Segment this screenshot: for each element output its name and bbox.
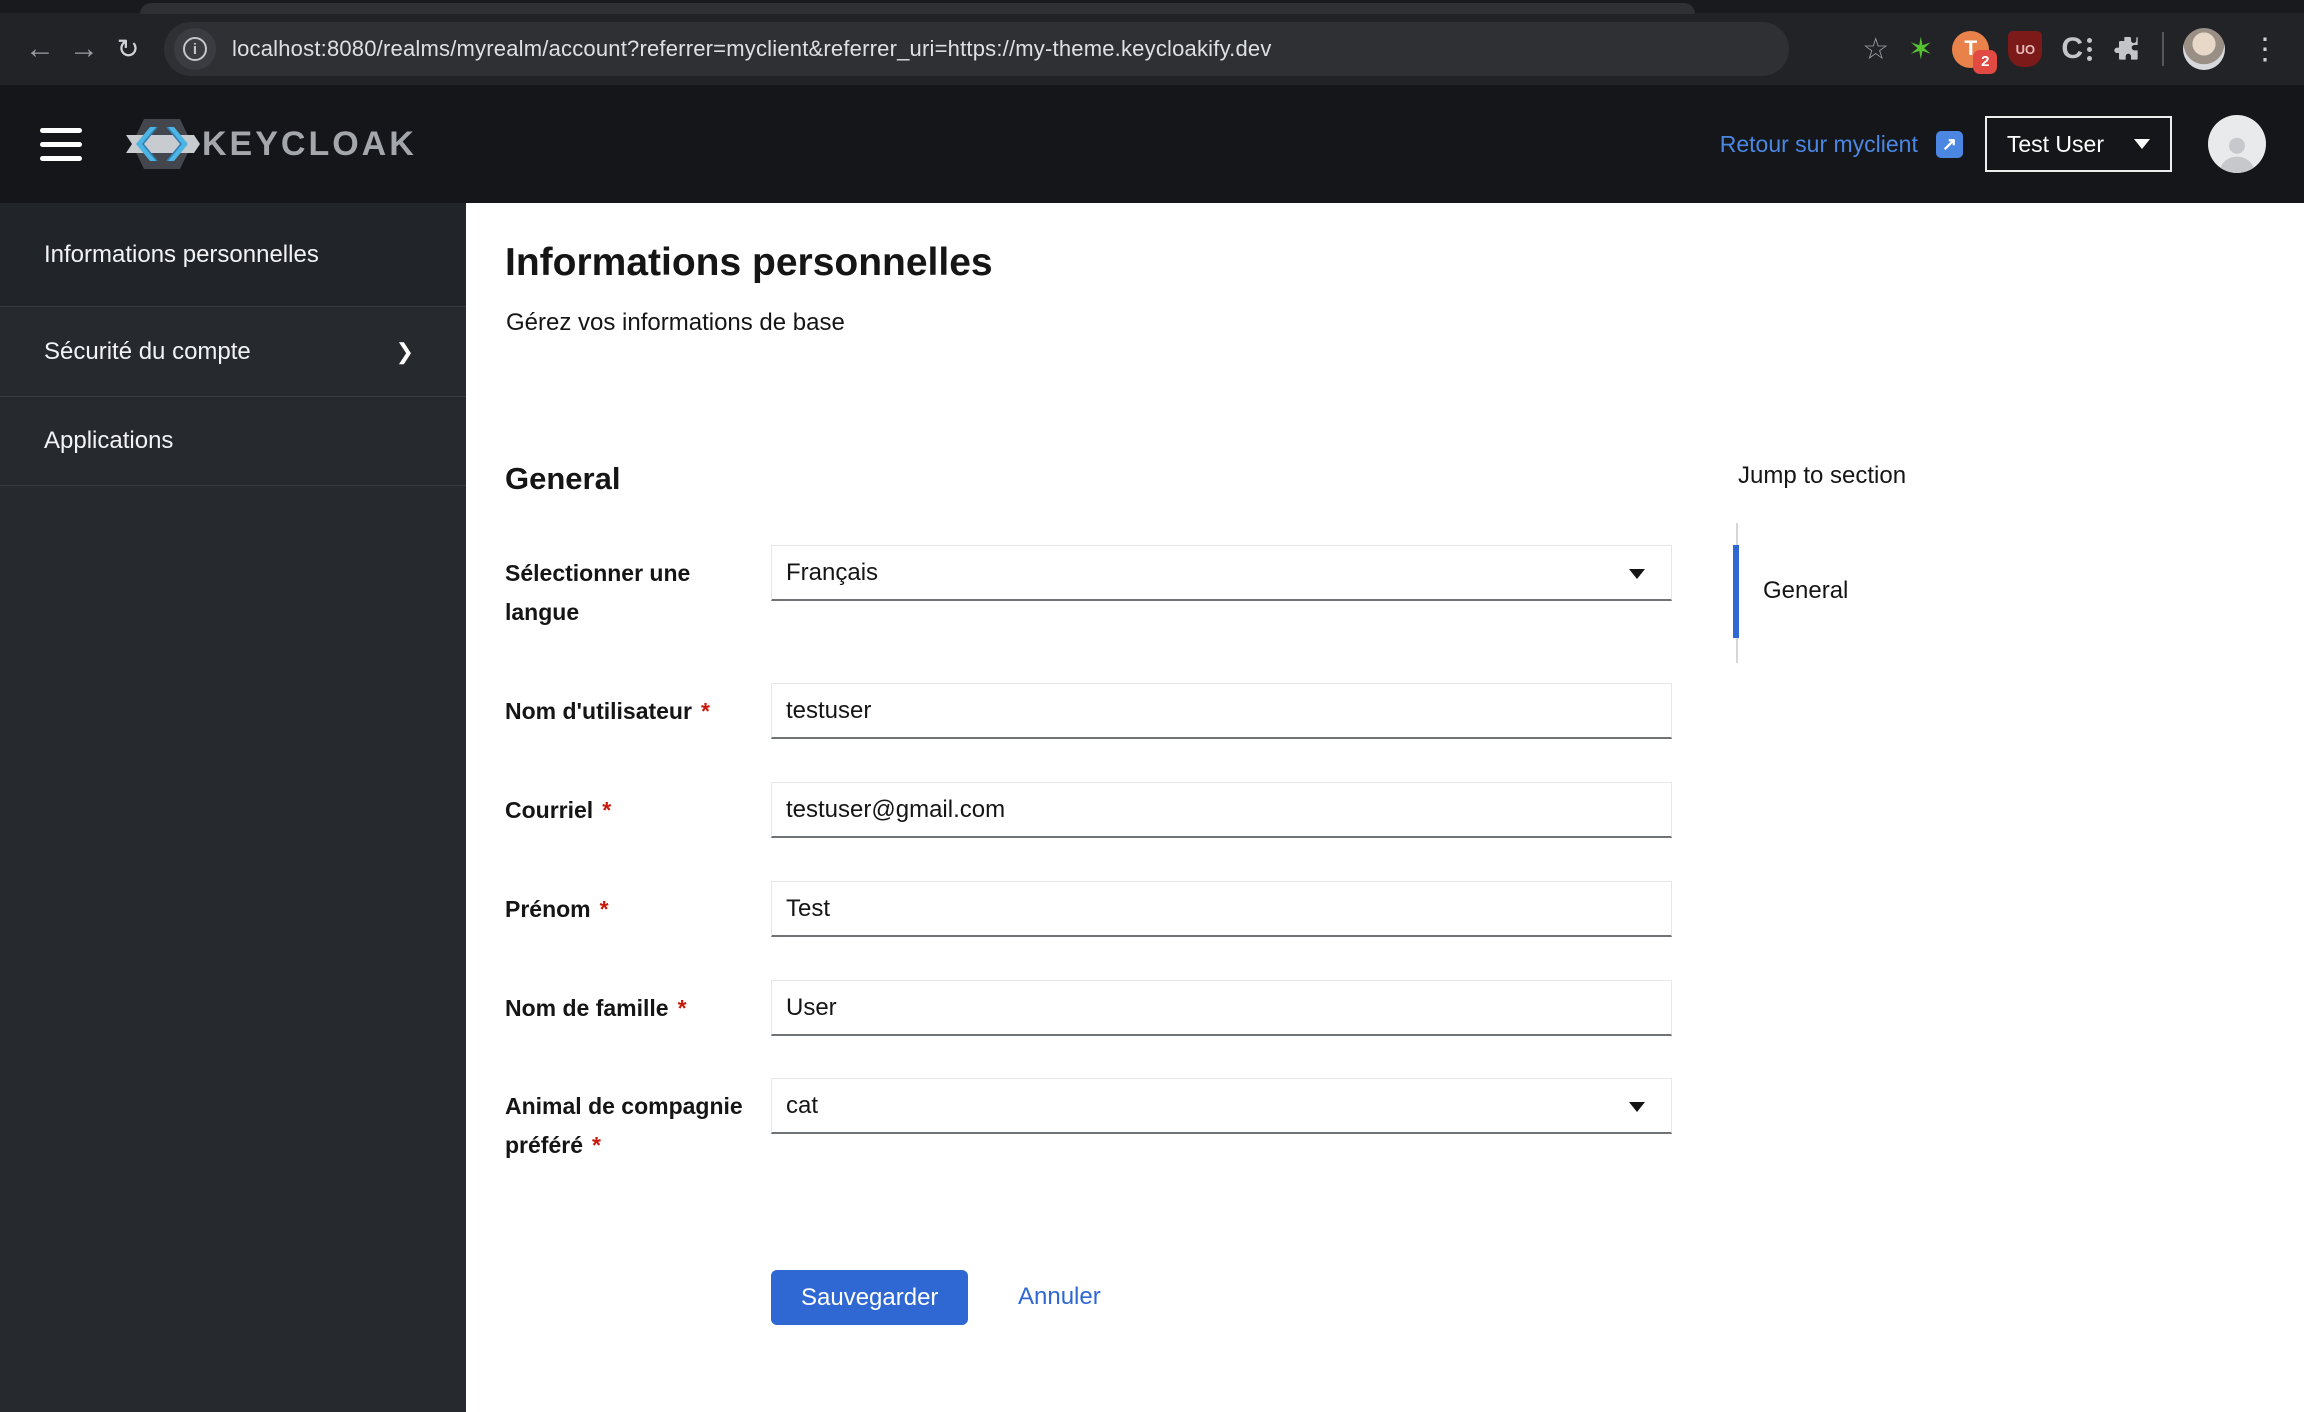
save-button[interactable]: Sauvegarder — [771, 1270, 969, 1325]
user-menu-dropdown[interactable]: Test User — [1984, 116, 2172, 172]
jump-link-general[interactable]: General — [1763, 577, 1848, 605]
extension-green-star-icon[interactable]: ✶ — [1908, 32, 1933, 67]
first-name-input[interactable]: Test — [771, 881, 1672, 937]
sidebar-item-label: Applications — [44, 427, 174, 454]
favorite-pet-select[interactable]: cat — [771, 1078, 1672, 1134]
field-label: Prénom * — [505, 896, 609, 922]
user-avatar[interactable] — [2208, 115, 2266, 173]
bookmark-star-icon[interactable]: ☆ — [1862, 32, 1889, 67]
field-value: Test — [786, 895, 831, 922]
external-link-icon: ↗ — [1935, 130, 1963, 158]
form-field-row: Nom d'utilisateur * testuser — [505, 683, 1675, 739]
address-bar[interactable]: i localhost:8080/realms/myrealm/account?… — [164, 22, 1789, 76]
keycloak-logo[interactable]: KEYCLOAK — [124, 113, 417, 175]
field-value: testuser — [786, 697, 872, 724]
form-field-row: Animal de compagnie préféré * cat — [505, 1078, 1675, 1158]
sidebar-item-label: Sécurité du compte — [44, 337, 251, 365]
extension-c-dots — [2087, 37, 2092, 61]
sidebar-nav: Informations personnelles Sécurité du co… — [0, 203, 466, 1412]
required-asterisk: * — [599, 896, 609, 922]
browser-toolbar: ← → ↻ i localhost:8080/realms/myrealm/ac… — [0, 13, 2304, 85]
browser-chrome: ← → ↻ i localhost:8080/realms/myrealm/ac… — [0, 0, 2304, 85]
user-menu-label: Test User — [2006, 130, 2104, 157]
field-value: cat — [786, 1092, 819, 1119]
field-label: Animal de compagnie préféré * — [505, 1093, 743, 1158]
hamburger-menu-icon[interactable] — [40, 127, 82, 161]
email-input[interactable]: testuser@gmail.com — [771, 782, 1672, 838]
select-caret-icon — [1629, 1102, 1645, 1112]
field-value: Français — [786, 559, 879, 586]
field-label: Nom de famille * — [505, 995, 687, 1021]
username-input[interactable]: testuser — [771, 683, 1672, 739]
jump-to-section-title: Jump to section — [1738, 462, 1907, 489]
extension-c-icon[interactable]: C — [2061, 32, 2092, 66]
screen: ← → ↻ i localhost:8080/realms/myrealm/ac… — [0, 0, 2304, 1412]
field-value: testuser@gmail.com — [786, 796, 1006, 823]
jump-links-current-indicator — [1733, 545, 1739, 638]
language-select[interactable]: Français — [771, 545, 1672, 601]
browser-menu-icon[interactable]: ⋮ — [2244, 32, 2286, 67]
required-asterisk: * — [591, 1132, 601, 1158]
required-asterisk: * — [677, 995, 687, 1021]
cancel-link[interactable]: Annuler — [1018, 1283, 1101, 1311]
field-label: Sélectionner une langue — [505, 560, 691, 625]
reload-icon[interactable]: ↻ — [106, 27, 150, 71]
form-field-row: Courriel * testuser@gmail.com — [505, 782, 1675, 838]
page-title: Informations personnelles — [505, 241, 993, 284]
main-content: Informations personnelles Gérez vos info… — [466, 203, 2304, 1412]
app-header: KEYCLOAK Retour sur myclient ↗ Test User — [0, 85, 2304, 203]
form-field-row: Nom de famille * User — [505, 980, 1675, 1036]
extension-t-icon[interactable]: T 2 — [1952, 30, 1998, 74]
browser-profile-avatar[interactable] — [2183, 28, 2225, 70]
sidebar-item-label: Informations personnelles — [44, 240, 319, 268]
required-asterisk: * — [700, 698, 710, 724]
sidebar-item-account-security[interactable]: Sécurité du compte ❯ — [0, 306, 466, 396]
extensions-puzzle-icon[interactable] — [2111, 33, 2143, 65]
page-subtitle: Gérez vos informations de base — [506, 309, 845, 336]
required-asterisk: * — [602, 797, 612, 823]
form-field-row: Sélectionner une langue Français — [505, 545, 1675, 625]
field-value: User — [786, 994, 837, 1021]
site-info-icon[interactable]: i — [174, 28, 216, 70]
header-right: Retour sur myclient ↗ Test User — [1720, 115, 2304, 173]
caret-down-icon — [2134, 139, 2150, 149]
keycloak-logo-text: KEYCLOAK — [202, 124, 417, 163]
field-label: Nom d'utilisateur * — [505, 698, 710, 724]
ublock-origin-icon[interactable]: UO — [2008, 31, 2043, 67]
referrer-back-link[interactable]: Retour sur myclient — [1720, 131, 1918, 158]
last-name-input[interactable]: User — [771, 980, 1672, 1036]
extension-c-letter: C — [2061, 32, 2083, 65]
sidebar-item-personal-info[interactable]: Informations personnelles — [0, 203, 466, 306]
form-field-row: Prénom * Test — [505, 881, 1675, 937]
section-heading: General — [505, 461, 621, 496]
field-label: Courriel * — [505, 797, 612, 823]
chevron-right-icon: ❯ — [395, 338, 414, 364]
sidebar-item-applications[interactable]: Applications — [0, 396, 466, 486]
back-icon[interactable]: ← — [18, 27, 62, 71]
toolbar-right-icons: ☆ ✶ T 2 UO C ⋮ — [1803, 28, 2286, 74]
keycloak-logo-mark — [126, 119, 200, 169]
select-caret-icon — [1629, 569, 1645, 579]
toolbar-divider — [2162, 32, 2164, 66]
url-text: localhost:8080/realms/myrealm/account?re… — [232, 36, 1272, 61]
forward-icon[interactable]: → — [62, 27, 106, 71]
extension-t-badge: 2 — [1973, 49, 1998, 74]
